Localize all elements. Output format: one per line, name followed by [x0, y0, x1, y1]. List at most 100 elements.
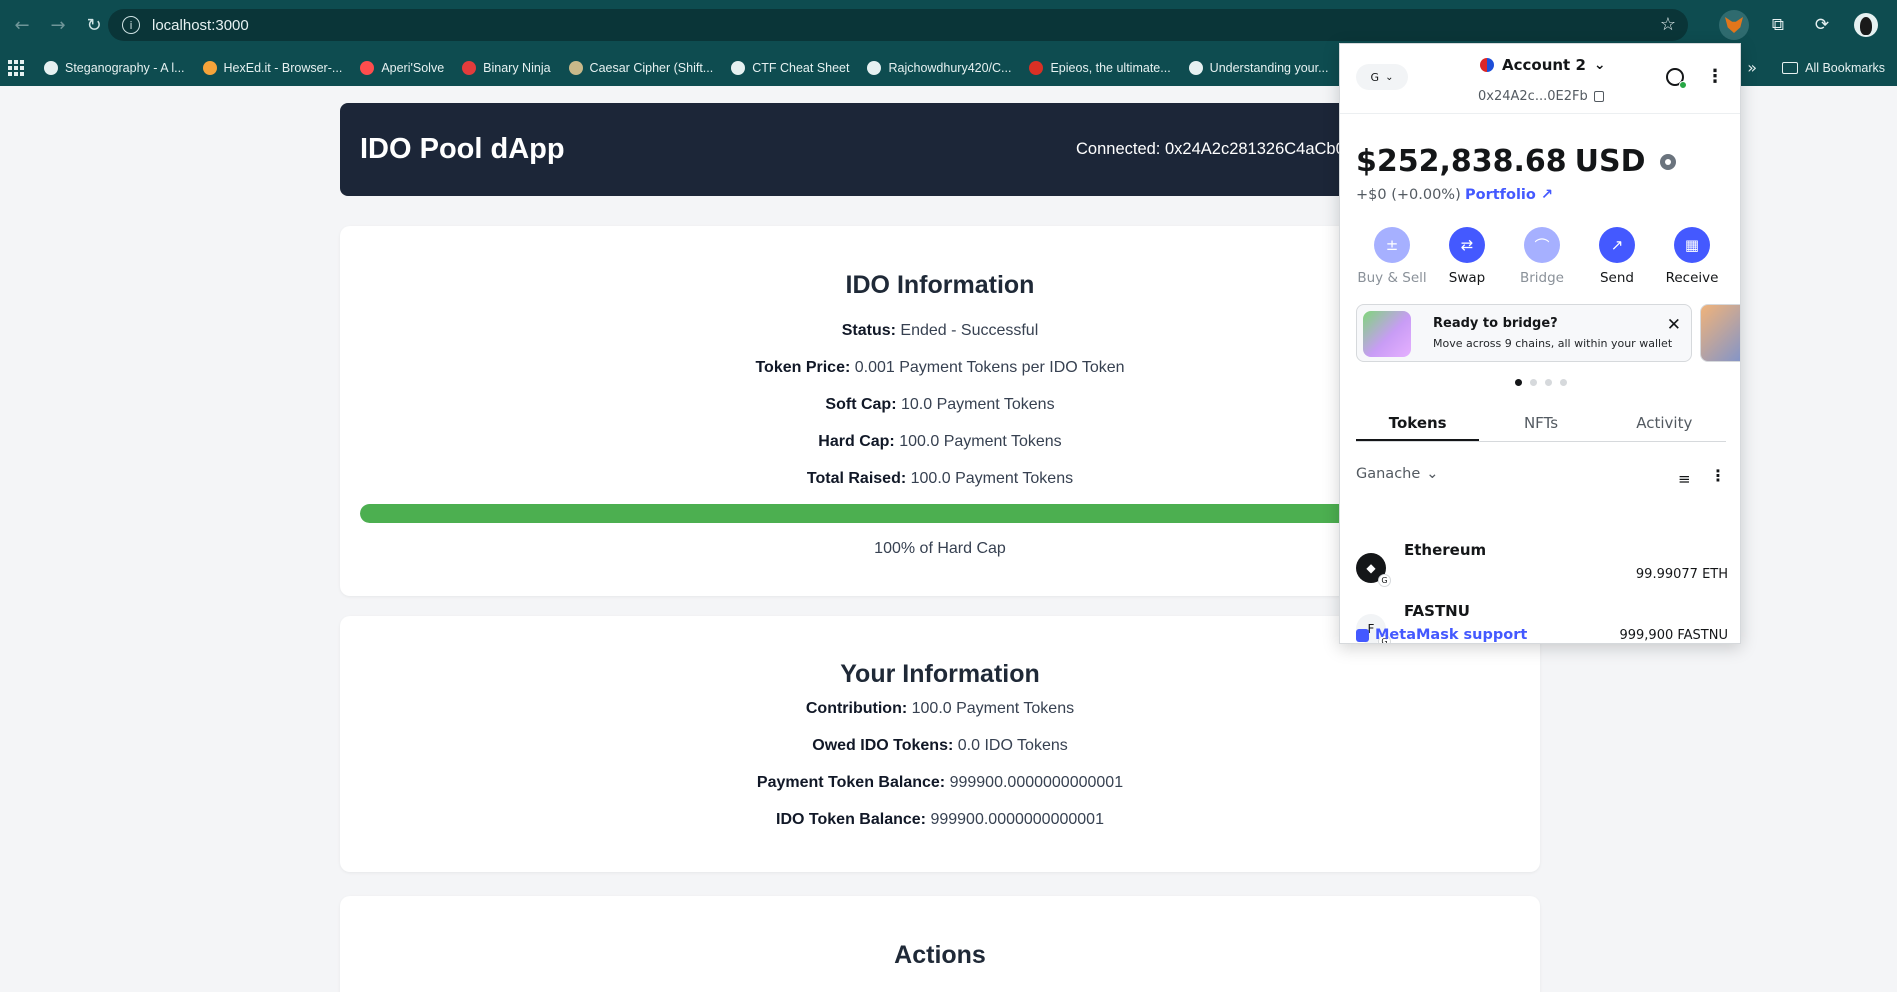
bookmark-item[interactable]: Aperi'Solve [360, 61, 444, 75]
next-banner-peek[interactable] [1700, 304, 1740, 362]
bookmark-favicon-icon [360, 61, 375, 75]
network-badge-icon: G [1378, 574, 1391, 587]
back-icon[interactable]: ← [4, 7, 40, 43]
bookmark-label: Caesar Cipher (Shift... [589, 61, 714, 75]
carousel-dot[interactable] [1530, 379, 1537, 386]
bookmark-item[interactable]: Steganography - A l... [44, 61, 185, 75]
network-filter-label: Ganache [1356, 466, 1421, 482]
receive-button[interactable]: ▦ Receive [1656, 227, 1728, 286]
ido-info-row-value: 10.0 Payment Tokens [900, 396, 1055, 413]
folder-icon [1782, 62, 1799, 74]
bookmark-star-icon[interactable]: ☆ [1660, 14, 1676, 35]
bookmark-favicon-icon [202, 61, 217, 75]
bookmark-item[interactable]: Caesar Cipher (Shift... [568, 61, 714, 75]
carousel-dot[interactable] [1515, 379, 1522, 386]
chevron-down-icon: ⌄ [1385, 71, 1394, 83]
support-icon [1356, 628, 1369, 642]
app-title: IDO Pool dApp [360, 133, 565, 165]
network-picker[interactable]: G ⌄ [1356, 64, 1408, 90]
url-text: localhost:3000 [152, 16, 249, 34]
sync-icon[interactable]: ⟳ [1807, 10, 1837, 40]
bridge-button[interactable]: ⌒ Bridge [1506, 227, 1578, 286]
bookmark-item[interactable]: Rajchowdhury420/C... [867, 61, 1011, 75]
ido-info-row-value: 0.001 Payment Tokens per IDO Token [854, 359, 1125, 376]
metamask-support-link[interactable]: MetaMask support [1356, 627, 1527, 643]
your-info-row-value: 100.0 Payment Tokens [911, 700, 1075, 717]
bookmark-item[interactable]: Understanding your... [1188, 61, 1329, 75]
token-row[interactable]: ◆ G Ethereum 99.99077 ETH [1356, 541, 1728, 591]
wallet-actions: ± Buy & Sell ⇄ Swap ⌒ Bridge ↗ Send ▦ Receive [1356, 227, 1728, 286]
your-info-row-value: 0.0 IDO Tokens [957, 737, 1068, 754]
support-label: MetaMask support [1375, 627, 1528, 643]
wallet-tabs: Tokens NFTs Activity [1356, 404, 1726, 442]
bookmark-label: Aperi'Solve [381, 61, 445, 75]
tab-nfts[interactable]: NFTs [1479, 404, 1602, 441]
more-bookmarks-icon[interactable]: » [1747, 58, 1757, 77]
your-information-card: Your Information Contribution: 100.0 Pay… [340, 616, 1540, 872]
site-info-icon[interactable]: i [122, 16, 140, 34]
reload-icon[interactable]: ↻ [76, 7, 112, 43]
token-balance: 99.99077 ETH [1635, 567, 1728, 582]
all-bookmarks-button[interactable]: All Bookmarks [1782, 50, 1885, 86]
account-name: Account 2 [1502, 56, 1586, 74]
bookmark-item[interactable]: Epieos, the ultimate... [1029, 61, 1171, 75]
bookmark-label: Steganography - A l... [65, 61, 185, 75]
balance-change: +$0 (+0.00%) [1356, 187, 1461, 203]
extensions-area: ⧉ ⟳ [1719, 0, 1897, 50]
forward-icon[interactable]: → [40, 7, 76, 43]
account-picker[interactable]: Account 2 ⌄ [1480, 56, 1606, 74]
metamask-extension-icon[interactable] [1719, 10, 1749, 40]
tab-activity[interactable]: Activity [1603, 404, 1726, 441]
bookmark-item[interactable]: HexEd.it - Browser-... [202, 61, 343, 75]
extensions-puzzle-icon[interactable]: ⧉ [1763, 10, 1793, 40]
carousel-dot[interactable] [1560, 379, 1567, 386]
ido-info-row-value: 100.0 Payment Tokens [899, 433, 1062, 450]
account-avatar-icon [1480, 58, 1494, 72]
carousel-dots [1515, 379, 1567, 386]
send-label: Send [1599, 270, 1634, 286]
buy-sell-button[interactable]: ± Buy & Sell [1356, 227, 1428, 286]
bookmark-item[interactable]: CTF Cheat Sheet [731, 61, 849, 75]
tab-tokens[interactable]: Tokens [1356, 404, 1480, 441]
connected-address: Connected: 0x24A2c281326C4aCb0c8 [1076, 140, 1363, 158]
wallet-balance: $252,838.68 USD [1356, 144, 1676, 179]
your-info-row: IDO Token Balance: 999900.0000000000001 [340, 811, 1540, 829]
bookmark-label: Understanding your... [1209, 61, 1329, 75]
copy-icon[interactable] [1593, 91, 1604, 102]
carousel-dot[interactable] [1545, 379, 1552, 386]
bridge-banner[interactable]: Ready to bridge? Move across 9 chains, a… [1356, 304, 1692, 362]
chevron-down-icon: ⌄ [1426, 466, 1439, 482]
bookmark-favicon-icon [1188, 61, 1203, 75]
apps-grid-icon[interactable] [8, 60, 24, 76]
network-filter[interactable]: Ganache ⌄ [1356, 466, 1438, 482]
portfolio-label: Portfolio [1465, 187, 1536, 203]
address-bar[interactable]: i localhost:3000 ☆ [108, 9, 1688, 41]
your-info-row-label: Owed IDO Tokens: [812, 737, 954, 754]
profile-avatar[interactable] [1851, 10, 1881, 40]
chevron-down-icon: ⌄ [1593, 57, 1606, 73]
ido-info-row-label: Total Raised: [806, 470, 907, 487]
account-address-text: 0x24A2c...0E2Fb [1478, 89, 1588, 104]
account-address[interactable]: 0x24A2c...0E2Fb [1478, 89, 1604, 104]
buy-sell-label: Buy & Sell [1357, 270, 1427, 286]
eye-icon[interactable] [1659, 153, 1676, 170]
bookmark-label: HexEd.it - Browser-... [223, 61, 343, 75]
swap-button[interactable]: ⇄ Swap [1431, 227, 1503, 286]
bridge-illustration [1363, 311, 1411, 357]
portfolio-link[interactable]: Portfolio ↗ [1465, 187, 1553, 203]
filter-icon[interactable]: ≡ [1678, 470, 1691, 488]
ido-info-row-label: Hard Cap: [818, 433, 895, 450]
close-icon[interactable]: ✕ [1667, 315, 1681, 335]
token-balance: 999,900 FASTNU [1619, 628, 1728, 643]
connected-status-dot [1679, 81, 1687, 89]
your-information-heading: Your Information [840, 660, 1040, 688]
bookmark-item[interactable]: Binary Ninja [462, 61, 551, 75]
token-options-icon[interactable]: ⋮ [1710, 466, 1726, 485]
all-bookmarks-label: All Bookmarks [1805, 61, 1885, 75]
bookmark-favicon-icon [568, 61, 583, 75]
send-button[interactable]: ↗ Send [1581, 227, 1653, 286]
balance-currency: USD [1574, 144, 1646, 179]
more-options-icon[interactable]: ⋮ [1706, 66, 1724, 87]
bookmark-favicon-icon [44, 61, 58, 75]
receive-label: Receive [1665, 270, 1719, 286]
